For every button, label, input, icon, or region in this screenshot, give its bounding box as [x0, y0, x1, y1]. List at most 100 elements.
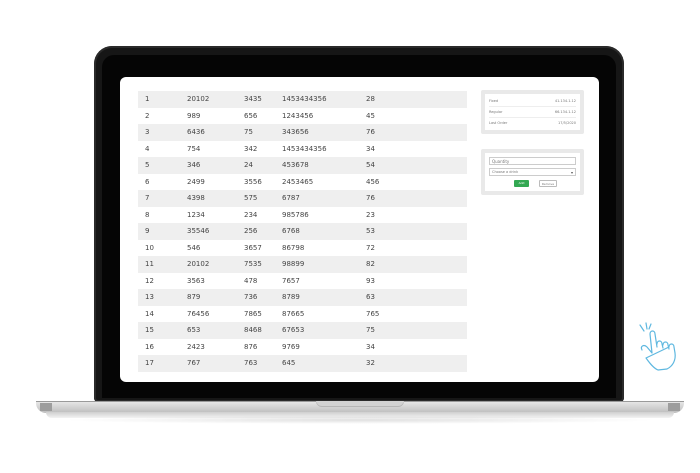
table-cell: 76456 [187, 309, 210, 318]
table-cell: 82 [366, 260, 375, 268]
table-cell: 16 [145, 342, 154, 351]
summary-value: 41.134.1.12 [554, 99, 576, 103]
table-cell: 989 [187, 111, 201, 120]
table-cell: 17 [145, 359, 154, 367]
table-cell: 98899 [282, 260, 305, 268]
table-cell: 1234 [187, 210, 205, 219]
table-cell: 767 [187, 359, 201, 367]
table-cell: 2499 [187, 177, 205, 186]
table-cell: 876 [244, 342, 258, 351]
table-cell: 763 [244, 359, 258, 367]
summary-panel: Fixed 41.134.1.12 Regular 66.134.1.12 La… [481, 90, 584, 134]
table-cell: 3 [145, 128, 150, 136]
table-cell: 34 [366, 144, 375, 153]
remove-button[interactable]: Remove [539, 180, 557, 187]
table-cell: 234 [244, 210, 258, 219]
table-cell: 3563 [187, 276, 205, 285]
table-cell: 342 [244, 144, 258, 153]
table-cell: 575 [244, 194, 258, 202]
table-cell: 3556 [244, 177, 262, 186]
table-cell: 256 [244, 227, 258, 235]
table-cell: 985786 [282, 210, 309, 219]
table-cell: 7865 [244, 309, 262, 318]
table-cell: 75 [244, 128, 253, 136]
table-row: 16 2423 876 9769 34 [138, 339, 467, 356]
table-cell: 23 [366, 210, 375, 219]
table-cell: 28 [366, 95, 375, 103]
drink-select-value: Choose a drink [492, 170, 519, 174]
table-cell: 15 [145, 326, 154, 334]
table-row: 9 35546 256 6768 53 [138, 223, 467, 240]
table-cell: 45 [366, 111, 375, 120]
table-row: 12 3563 478 7657 93 [138, 273, 467, 290]
table-cell: 34 [366, 342, 375, 351]
table-row: 17 767 763 645 32 [138, 355, 467, 372]
table-cell: 2 [145, 111, 150, 120]
table-cell: 8789 [282, 293, 300, 301]
chevron-down-icon: ▾ [570, 170, 573, 175]
drink-select[interactable]: Choose a drink ▾ [489, 168, 576, 176]
table-cell: 6768 [282, 227, 300, 235]
table-cell: 4398 [187, 194, 205, 202]
laptop-shadow [60, 416, 660, 424]
table-cell: 9769 [282, 342, 300, 351]
table-cell: 456 [366, 177, 380, 186]
table-cell: 86798 [282, 243, 305, 252]
table-cell: 2453465 [282, 177, 314, 186]
add-button[interactable]: Add [514, 180, 529, 187]
table-cell: 1453434356 [282, 95, 327, 103]
table-cell: 546 [187, 243, 201, 252]
table-row: 3 6436 75 343656 76 [138, 124, 467, 141]
laptop-notch [316, 401, 404, 407]
summary-row: Fixed 41.134.1.12 [489, 96, 576, 107]
table-row: 8 1234 234 985786 23 [138, 207, 467, 224]
table-row: 13 879 736 8789 63 [138, 289, 467, 306]
table-cell: 13 [145, 293, 154, 301]
table-cell: 7657 [282, 276, 300, 285]
table-cell: 1453434356 [282, 144, 327, 153]
table-row: 6 2499 3556 2453465 456 [138, 174, 467, 191]
table-cell: 346 [187, 161, 201, 169]
table-cell: 879 [187, 293, 201, 301]
table-cell: 63 [366, 293, 375, 301]
summary-label: Last Order [489, 121, 508, 125]
laptop-screen: 1 20102 3435 1453434356 28 2 989 656 1243456 45 3 6… [120, 77, 599, 382]
table-cell: 35546 [187, 227, 210, 235]
laptop-foot-right [668, 403, 680, 411]
table-cell: 653 [187, 326, 201, 334]
table-row: 5 346 24 453678 54 [138, 157, 467, 174]
table-cell: 67653 [282, 326, 305, 334]
data-table: 1 20102 3435 1453434356 28 2 989 656 1243456 45 3 6… [138, 91, 467, 372]
table-cell: 76 [366, 128, 375, 136]
table-row: 4 754 342 1453434356 34 [138, 141, 467, 158]
table-cell: 453678 [282, 161, 309, 169]
table-cell: 2423 [187, 342, 205, 351]
table-cell: 765 [366, 309, 380, 318]
table-cell: 4 [145, 144, 150, 153]
table-cell: 1 [145, 95, 150, 103]
table-cell: 343656 [282, 128, 309, 136]
table-cell: 24 [244, 161, 253, 169]
table-cell: 656 [244, 111, 258, 120]
table-row: 1 20102 3435 1453434356 28 [138, 91, 467, 108]
quantity-input[interactable]: Quantity [489, 157, 576, 165]
table-row: 15 653 8468 67653 75 [138, 322, 467, 339]
summary-value: 66.134.1.12 [554, 110, 576, 114]
table-cell: 6 [145, 177, 150, 186]
table-cell: 8 [145, 210, 150, 219]
table-cell: 11 [145, 260, 154, 268]
table-cell: 1243456 [282, 111, 314, 120]
table-cell: 754 [187, 144, 201, 153]
pointing-hand-icon [639, 322, 676, 371]
table-cell: 53 [366, 227, 375, 235]
table-cell: 20102 [187, 95, 210, 103]
table-cell: 9 [145, 227, 150, 235]
table-row: 2 989 656 1243456 45 [138, 108, 467, 125]
table-row: 10 546 3657 86798 72 [138, 240, 467, 257]
table-cell: 32 [366, 359, 375, 367]
table-cell: 3657 [244, 243, 262, 252]
summary-label: Regular [489, 110, 503, 114]
table-cell: 10 [145, 243, 154, 252]
table-cell: 6436 [187, 128, 205, 136]
table-row: 14 76456 7865 87665 765 [138, 306, 467, 323]
